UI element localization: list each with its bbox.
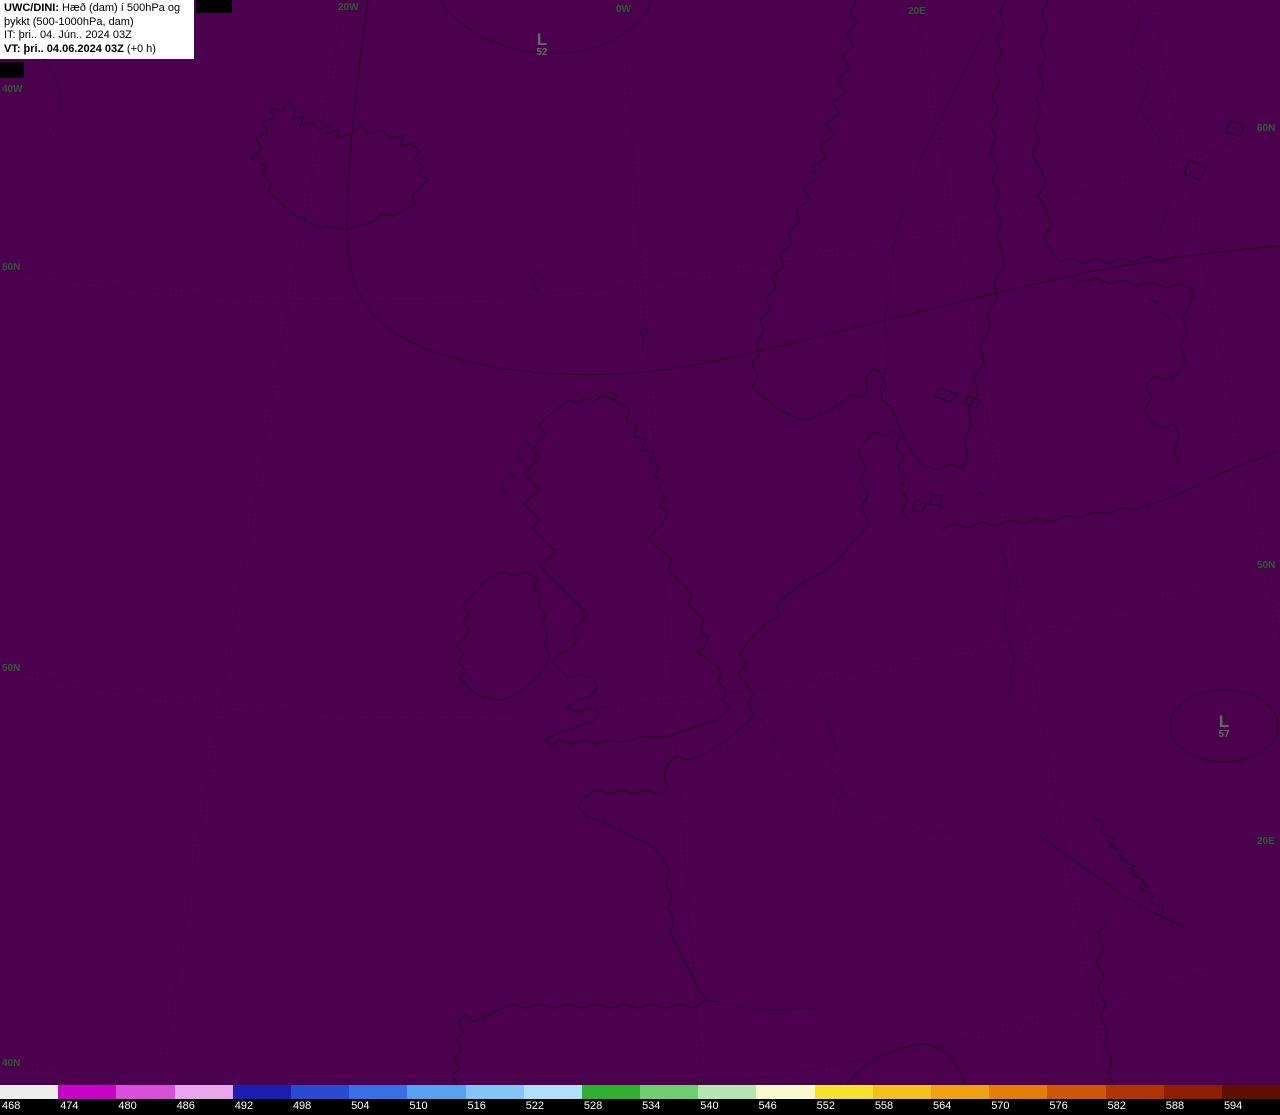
- colorbar-tick-label: 528: [583, 1100, 603, 1112]
- height-contour-lines: [346, 0, 1280, 763]
- country-borders: [705, 0, 1177, 1011]
- colorbar-tick-label: 582: [1107, 1100, 1126, 1112]
- colorbar-segment: [872, 1085, 931, 1099]
- contour-label-box: [196, 0, 232, 13]
- graticule-lines: [0, 0, 1280, 1085]
- low-pressure-marker: L 52: [528, 30, 556, 58]
- colorbar-segment: [1105, 1085, 1164, 1099]
- product-code: UWC/DINI:: [4, 2, 59, 14]
- colorbar-segment: [989, 1085, 1048, 1099]
- colorbar-tick-label: 486: [176, 1100, 195, 1112]
- colorbar-segment: [698, 1085, 757, 1099]
- low-value: 57: [1218, 729, 1230, 740]
- colorbar-tick-label: 546: [758, 1100, 777, 1112]
- colorbar-segment: [814, 1085, 873, 1099]
- colorbar-tick-label: 522: [525, 1100, 545, 1112]
- colorbar-segment: [116, 1085, 175, 1099]
- colorbar-tick-label: 552: [816, 1100, 835, 1112]
- colorbar-segment: [1047, 1085, 1106, 1099]
- colorbar-tick-label: 570: [991, 1100, 1010, 1112]
- colorbar-segment: [407, 1085, 466, 1099]
- info-line-1: UWC/DINI: Hæð (dam) í 500hPa og: [4, 2, 190, 16]
- colorbar-segment: [174, 1085, 233, 1099]
- colorbar-tick-label: 492: [234, 1100, 254, 1112]
- colorbar-tick-label: 516: [467, 1100, 486, 1112]
- colorbar-tick-label: 504: [351, 1100, 370, 1112]
- colorbar-tick-label: 474: [60, 1100, 79, 1112]
- colorbar-segment: [931, 1085, 990, 1099]
- colorbar-segment: [1163, 1085, 1222, 1099]
- grid-label-40n: 40N: [2, 1058, 21, 1069]
- colorbar-segment: [1221, 1085, 1280, 1099]
- grid-label-50n: 50N: [2, 663, 21, 674]
- coastlines: [251, 0, 1277, 1085]
- grid-label-0w: 0W: [616, 4, 631, 15]
- colorbar-segment: [232, 1085, 291, 1099]
- grid-label-20w: 20W: [338, 2, 359, 13]
- colorbar-segments: [0, 1085, 1280, 1099]
- colorbar-tick-label: 558: [874, 1100, 894, 1112]
- colorbar-segment: [465, 1085, 524, 1099]
- low-symbol: L: [1218, 712, 1230, 731]
- colorbar-segment: [640, 1085, 699, 1099]
- low-symbol: L: [536, 30, 548, 49]
- weather-map-canvas: UWC/DINI: Hæð (dam) í 500hPa og þykkt (5…: [0, 0, 1280, 1085]
- colorbar-tick-label: 510: [409, 1100, 428, 1112]
- grid-label-60n: 60N: [1257, 123, 1276, 134]
- contour-label-box: [0, 62, 24, 78]
- colorbar-tick-label: 498: [292, 1100, 312, 1112]
- info-line-2: þykkt (500-1000hPa, dam): [4, 15, 134, 28]
- colorbar-tick-label: 576: [1049, 1100, 1068, 1112]
- grid-label-40w: 40W: [2, 84, 23, 95]
- grid-label-20e: 20E: [1257, 836, 1275, 847]
- colorbar-tick-label: 480: [118, 1100, 137, 1112]
- colorbar-tick-label: 468: [2, 1100, 21, 1112]
- init-time-line: IT: þri.. 04. Jún.. 2024 03Z: [4, 29, 132, 41]
- colorbar-tick-label: 564: [933, 1100, 952, 1112]
- low-pressure-marker: L 57: [1210, 712, 1238, 740]
- grid-label-60n: 60N: [2, 262, 21, 273]
- valid-time-offset: (+0 h): [123, 42, 156, 55]
- valid-time: VT: þri.. 04.06.2024 03Z: [4, 42, 124, 55]
- grid-label-50n: 50N: [1257, 560, 1276, 571]
- colorbar-segment: [0, 1085, 59, 1099]
- grid-label-20e: 20E: [908, 6, 926, 17]
- colorbar-segment: [349, 1085, 408, 1099]
- colorbar-tick-label: 540: [700, 1100, 719, 1112]
- colorbar-tick-labels: 468 474 480 486 492 498 504 510 516 522 528 534 540 5…: [0, 1099, 1280, 1115]
- colorbar-segment: [581, 1085, 641, 1099]
- valid-time-line: VT: þri.. 04.06.2024 03Z (+0 h): [4, 43, 190, 57]
- product-desc-1: Hæð (dam) í 500hPa og: [59, 2, 181, 14]
- colorbar-tick-label: 594: [1223, 1100, 1243, 1112]
- colorbar-segment: [58, 1085, 117, 1099]
- colorbar-segment: [523, 1085, 582, 1099]
- colorbar: 468 474 480 486 492 498 504 510 516 522 528 534 540 5…: [0, 1085, 1280, 1115]
- colorbar-segment: [290, 1085, 350, 1099]
- colorbar-tick-label: 588: [1165, 1100, 1185, 1112]
- colorbar-tick-label: 534: [642, 1100, 661, 1112]
- map-graphics-svg: [0, 0, 1280, 1085]
- low-value: 52: [536, 47, 548, 58]
- colorbar-segment: [756, 1085, 815, 1099]
- map-info-box: UWC/DINI: Hæð (dam) í 500hPa og þykkt (5…: [0, 0, 194, 59]
